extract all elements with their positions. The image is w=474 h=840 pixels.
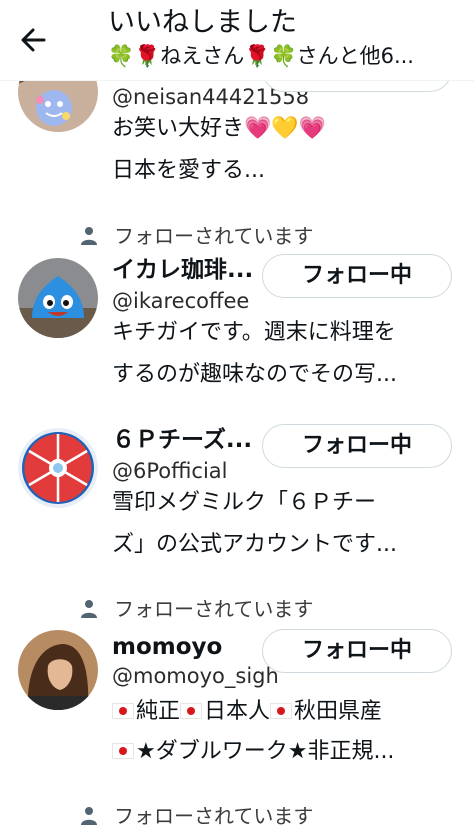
user-bio-line: 雪印メグミルク「６Ｐチー [112,490,377,515]
following-button[interactable]: フォロー中 [262,254,452,298]
back-arrow-icon [21,28,46,52]
user-item-ikare[interactable]: フォローされています イカレ珈琲... @ikarecoffee キチガイです。… [0,220,474,400]
user-handle: @momoyo_sigh [112,664,279,688]
user-display-name: イカレ珈琲... [112,257,254,283]
top-bar: いいねしました 🍀🌹ねえさん🌹🍀さんと他6... [0,0,474,81]
user-bio-line: お笑い大好き💗💛💗 [112,116,327,141]
bio-part: 日本人 [204,699,271,724]
user-bio-line: ★ダブルワーク★非正規... [112,733,448,771]
followed-by-label: フォローされています [114,597,314,621]
avatar[interactable] [18,630,98,710]
bio-part: ★ダブルワーク★非正規... [136,739,395,764]
user-display-name: momoyo [112,634,223,660]
followed-by-indicator: フォローされています [0,593,474,625]
avatar[interactable] [18,258,98,338]
user-item-6p[interactable]: ６Ｐチーズ... @6Pofficial 雪印メグミルク「６Ｐチー ズ」の公式ア… [0,424,474,584]
user-handle: @ikarecoffee [112,289,250,313]
page-subtitle: 🍀🌹ねえさん🌹🍀さんと他6... [108,44,414,68]
followed-by-indicator: フォローされています [0,800,474,832]
user-bio-line: ズ」の公式アカウントです... [112,532,397,557]
person-icon [81,600,97,618]
japan-flag-icon [270,703,293,719]
bio-part: 純正 [136,699,181,724]
user-bio-line: 純正 日本人 秋田県産 [112,693,448,731]
user-item-momoyo[interactable]: フォローされています momoyo @momoyo_sigh 純正 日本人 秋田県産… [0,593,474,783]
user-handle: @6Pofficial [112,459,228,483]
japan-flag-icon [180,703,203,719]
japan-flag-icon [112,743,134,759]
person-icon [81,227,97,245]
user-display-name: ６Ｐチーズ... [112,427,253,453]
person-icon [81,807,97,825]
bio-part: 秋田県産 [294,699,383,724]
avatar[interactable] [18,428,98,508]
followed-by-label: フォローされています [114,804,314,828]
followed-by-label: フォローされています [114,224,314,248]
back-button[interactable] [18,22,58,58]
page-title: いいねしました [108,7,297,38]
following-button[interactable]: フォロー中 [262,629,452,673]
user-item-next[interactable]: フォローされています [0,800,474,840]
japan-flag-icon [112,703,134,719]
user-bio-line: 日本を愛する... [112,158,265,183]
user-bio-line: するのが趣味なのでその写... [112,362,397,387]
followed-by-indicator: フォローされています [0,220,474,252]
following-button[interactable]: フォロー中 [262,424,452,468]
user-bio-line: キチガイです。週末に料理を [112,320,396,345]
